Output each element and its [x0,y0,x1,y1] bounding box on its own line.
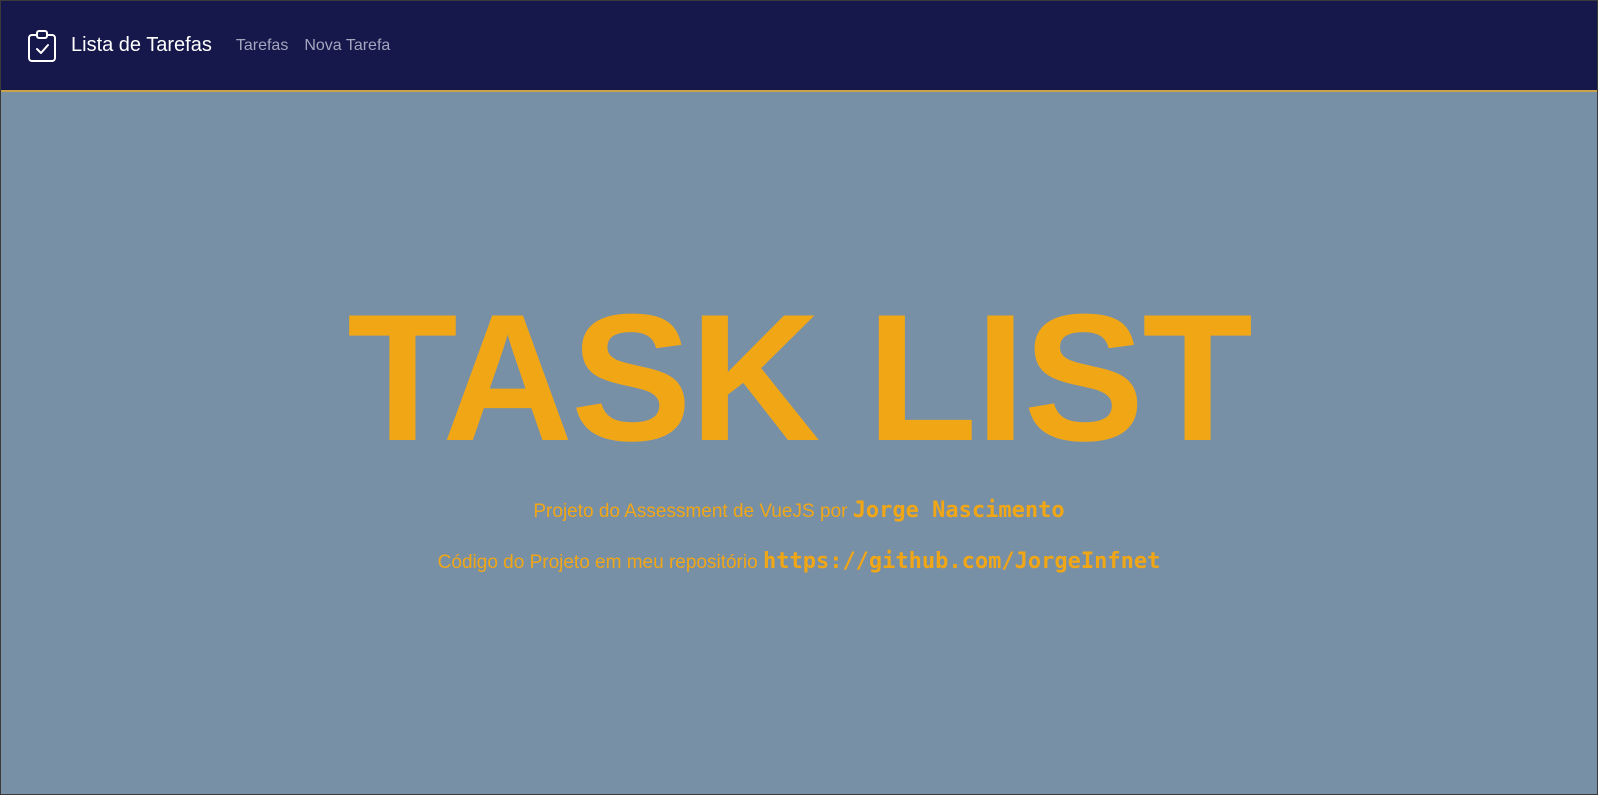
brand-title: Lista de Tarefas [71,34,212,56]
hero-title: TASK LIST [347,277,1253,479]
repository-prefix: Código do Projeto em meu repositório [437,552,758,573]
brand[interactable]: Lista de Tarefas [27,29,212,63]
nav-link-tarefas[interactable]: Tarefas [236,37,288,55]
credit-prefix: Projeto do Assessment de VueJS por [533,501,848,522]
repository-link[interactable]: https://github.com/JorgeInfnet [763,549,1160,574]
hero-section: TASK LIST Projeto do Assessment de VueJS… [1,92,1597,795]
repository-line: Código do Projeto em meu repositório htt… [1,549,1597,574]
nav-link-nova-tarefa[interactable]: Nova Tarefa [304,37,390,55]
project-credit-line: Projeto do Assessment de VueJS por Jorge… [1,498,1597,523]
top-navbar: Lista de Tarefas Tarefas Nova Tarefa [1,1,1597,92]
author-name: Jorge Nascimento [852,498,1065,523]
clipboard-check-icon [27,29,57,63]
